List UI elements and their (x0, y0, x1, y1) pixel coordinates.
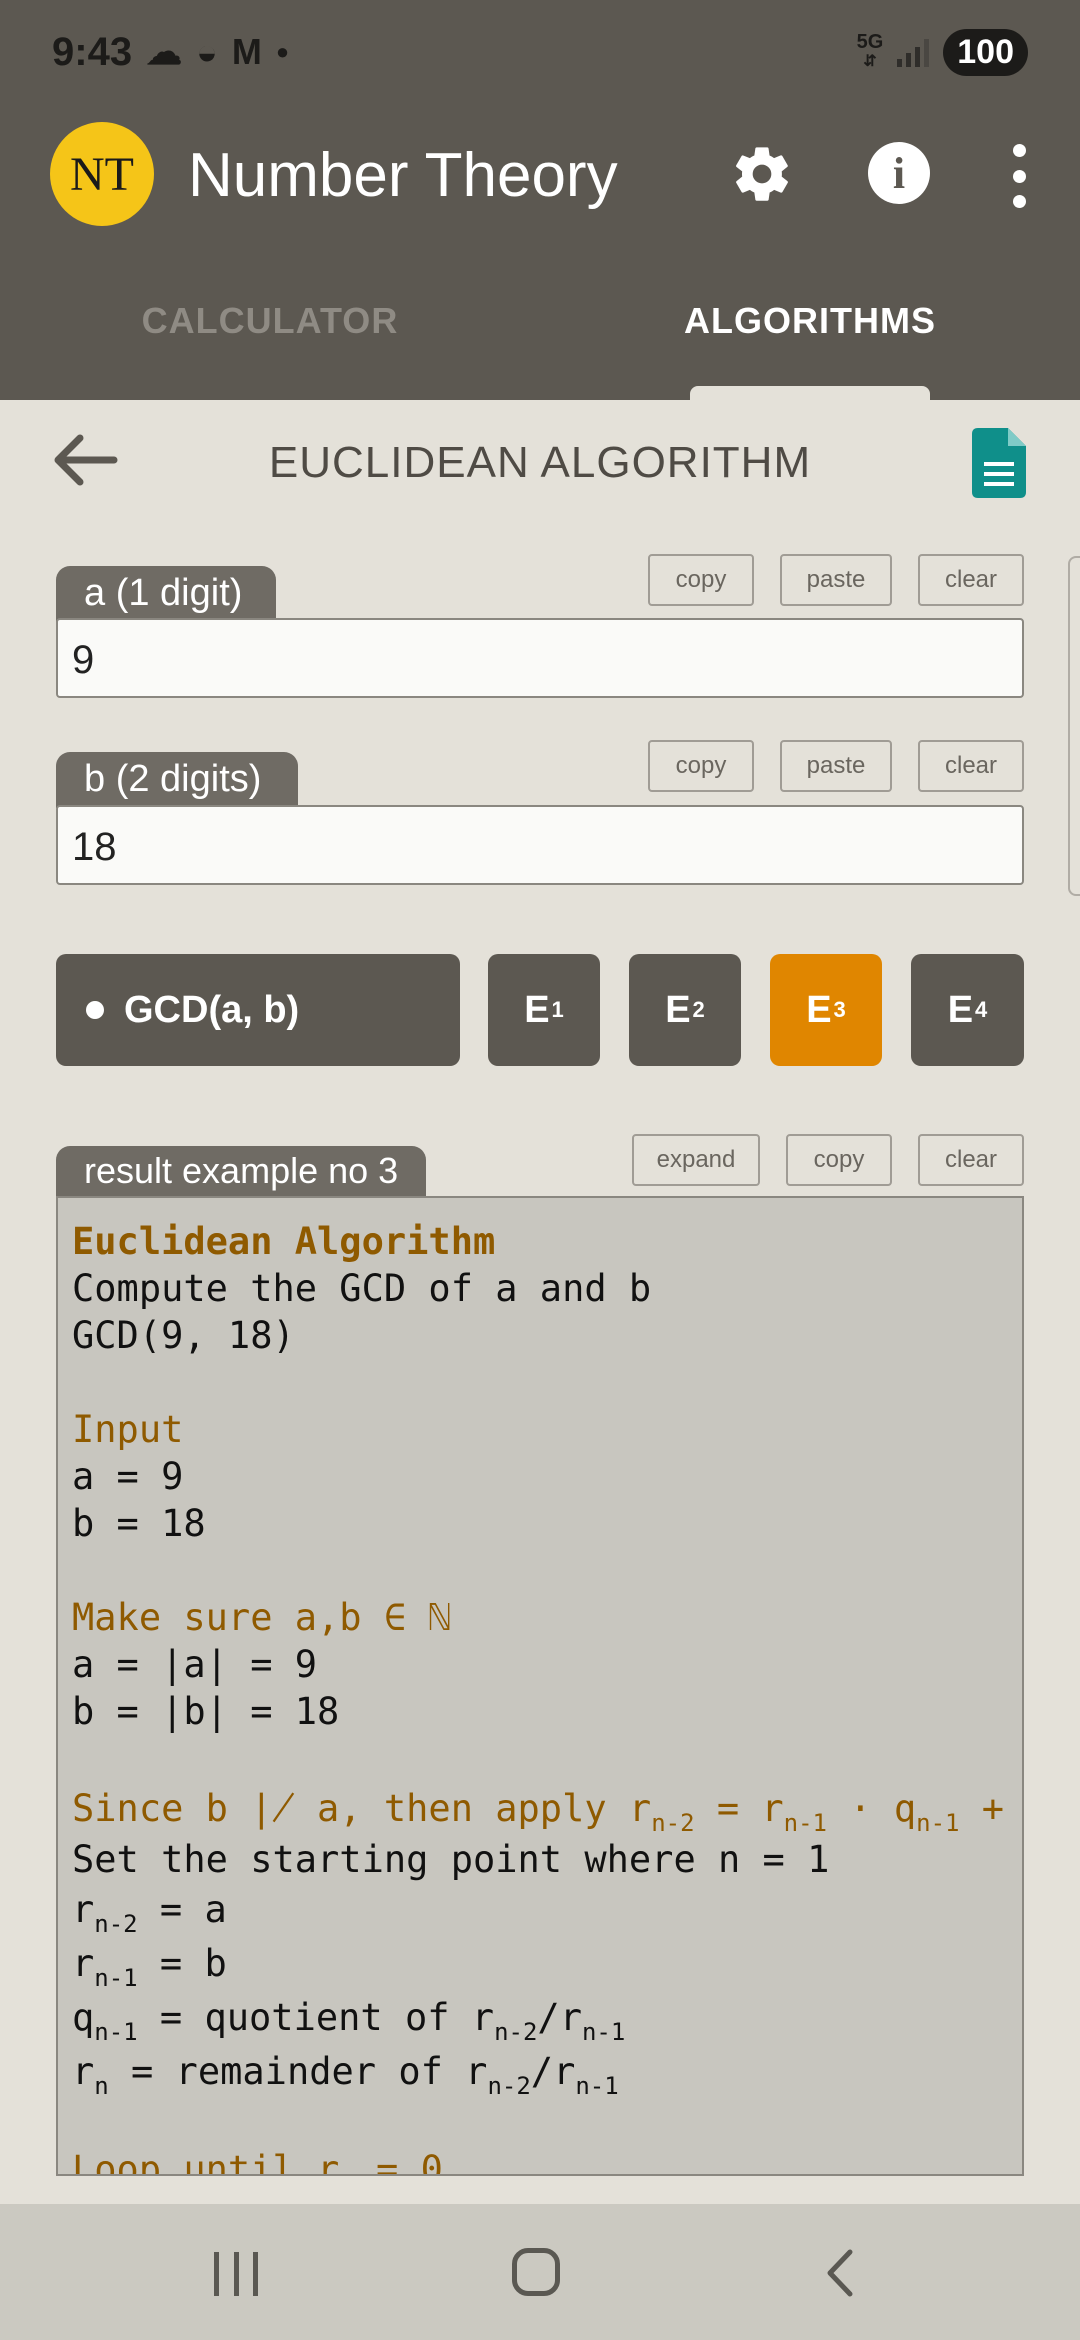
field-a-input[interactable]: 9 (56, 618, 1024, 698)
home-icon[interactable] (512, 2248, 560, 2296)
recent-apps-icon[interactable] (214, 2252, 258, 2296)
battery-indicator: 100 (943, 28, 1028, 76)
result-label: result example no 3 (56, 1146, 427, 1198)
result-clear-button[interactable]: clear (918, 1134, 1024, 1186)
result-expand-button[interactable]: expand (632, 1134, 760, 1186)
result-line: a = |a| = 9 (72, 1643, 318, 1686)
notification-app-icon: ◒ (196, 31, 218, 72)
e1-sub: 1 (551, 997, 564, 1022)
gmail-icon: M (231, 31, 262, 72)
app-logo: NT (50, 122, 154, 226)
a-copy-button[interactable]: copy (648, 554, 754, 606)
network-5g-icon: 5G ⇵ (856, 31, 884, 70)
document-icon[interactable] (972, 428, 1026, 498)
result-heading-loop: Loop until rn = 0 (72, 2148, 443, 2176)
e2-letter: E (665, 988, 691, 1031)
result-line: b = 18 (72, 1502, 206, 1545)
gcd-button-label: GCD(a, b) (124, 988, 300, 1031)
result-line: rn-1 = b (72, 1942, 227, 1992)
result-line: rn-2 = a (72, 1888, 227, 1938)
result-heading-input: Input (72, 1408, 184, 1451)
e3-sub: 3 (833, 997, 846, 1022)
result-heading-make-sure: Make sure a,b ∈ ℕ (72, 1596, 451, 1639)
tab-calculator[interactable]: CALCULATOR (90, 300, 450, 370)
result-line: Set the starting point where n = 1 (72, 1838, 830, 1881)
result-line: rn = remainder of rn-2/rn-1 (72, 2050, 619, 2100)
app-bar: NT Number Theory i (0, 118, 1080, 236)
b-clear-button[interactable]: clear (918, 740, 1024, 792)
e4-letter: E (947, 988, 974, 1031)
field-b-label: b (2 digits) (56, 752, 298, 808)
selected-dot-icon (86, 1001, 104, 1019)
gcd-button[interactable]: GCD(a, b) (56, 954, 460, 1066)
cloud-icon: ☁ (146, 31, 183, 72)
b-paste-button[interactable]: paste (780, 740, 892, 792)
result-heading-since: Since b ∤ a, then apply rn-2 = rn-1 · qn… (72, 1787, 1005, 1837)
result-title: Euclidean Algorithm (72, 1220, 496, 1263)
example-e2-button[interactable]: E2 (629, 954, 741, 1066)
result-line: a = 9 (72, 1455, 184, 1498)
result-line: Compute the GCD of a and b (72, 1267, 652, 1310)
e4-sub: 4 (975, 997, 988, 1022)
result-copy-button[interactable]: copy (786, 1134, 892, 1186)
screen-title: EUCLIDEAN ALGORITHM (268, 438, 812, 487)
network-label: 5G (856, 31, 884, 53)
more-notifications-dot-icon: ● (275, 39, 290, 64)
field-a-label: a (1 digit) (56, 566, 276, 622)
info-icon[interactable]: i (868, 142, 930, 204)
signal-icon (897, 37, 930, 67)
status-time: 9:43 (52, 29, 133, 74)
tab-algorithms[interactable]: ALGORITHMS (630, 300, 990, 370)
status-bar: 9:43 ☁ ◒ M ● (52, 28, 289, 76)
status-indicators: 5G ⇵ 100 (857, 26, 1028, 78)
settings-gear-icon[interactable] (730, 142, 794, 206)
result-line: qn-1 = quotient of rn-2/rn-1 (72, 1996, 626, 2046)
result-line: b = |b| = 18 (72, 1690, 340, 1733)
back-arrow-icon[interactable] (50, 430, 120, 490)
example-e1-button[interactable]: E1 (488, 954, 600, 1066)
app-title: Number Theory (188, 141, 618, 210)
example-e3-button[interactable]: E3 (770, 954, 882, 1066)
result-output[interactable]: Euclidean Algorithm Compute the GCD of a… (56, 1196, 1024, 2176)
e3-letter: E (806, 988, 832, 1031)
a-paste-button[interactable]: paste (780, 554, 892, 606)
b-copy-button[interactable]: copy (648, 740, 754, 792)
e2-sub: 2 (692, 997, 705, 1022)
result-line: GCD(9, 18) (72, 1314, 295, 1357)
top-header: 9:43 ☁ ◒ M ● 5G ⇵ 100 NT Number Theory i… (0, 0, 1080, 400)
nav-back-icon[interactable] (820, 2248, 860, 2298)
system-navigation-bar (0, 2204, 1080, 2340)
side-panel-handle[interactable] (1068, 556, 1080, 896)
field-b-input[interactable]: 18 (56, 805, 1024, 885)
active-tab-indicator (690, 386, 930, 400)
overflow-menu-icon[interactable] (1004, 144, 1034, 208)
e1-letter: E (524, 988, 550, 1031)
a-clear-button[interactable]: clear (918, 554, 1024, 606)
example-e4-button[interactable]: E4 (911, 954, 1024, 1066)
